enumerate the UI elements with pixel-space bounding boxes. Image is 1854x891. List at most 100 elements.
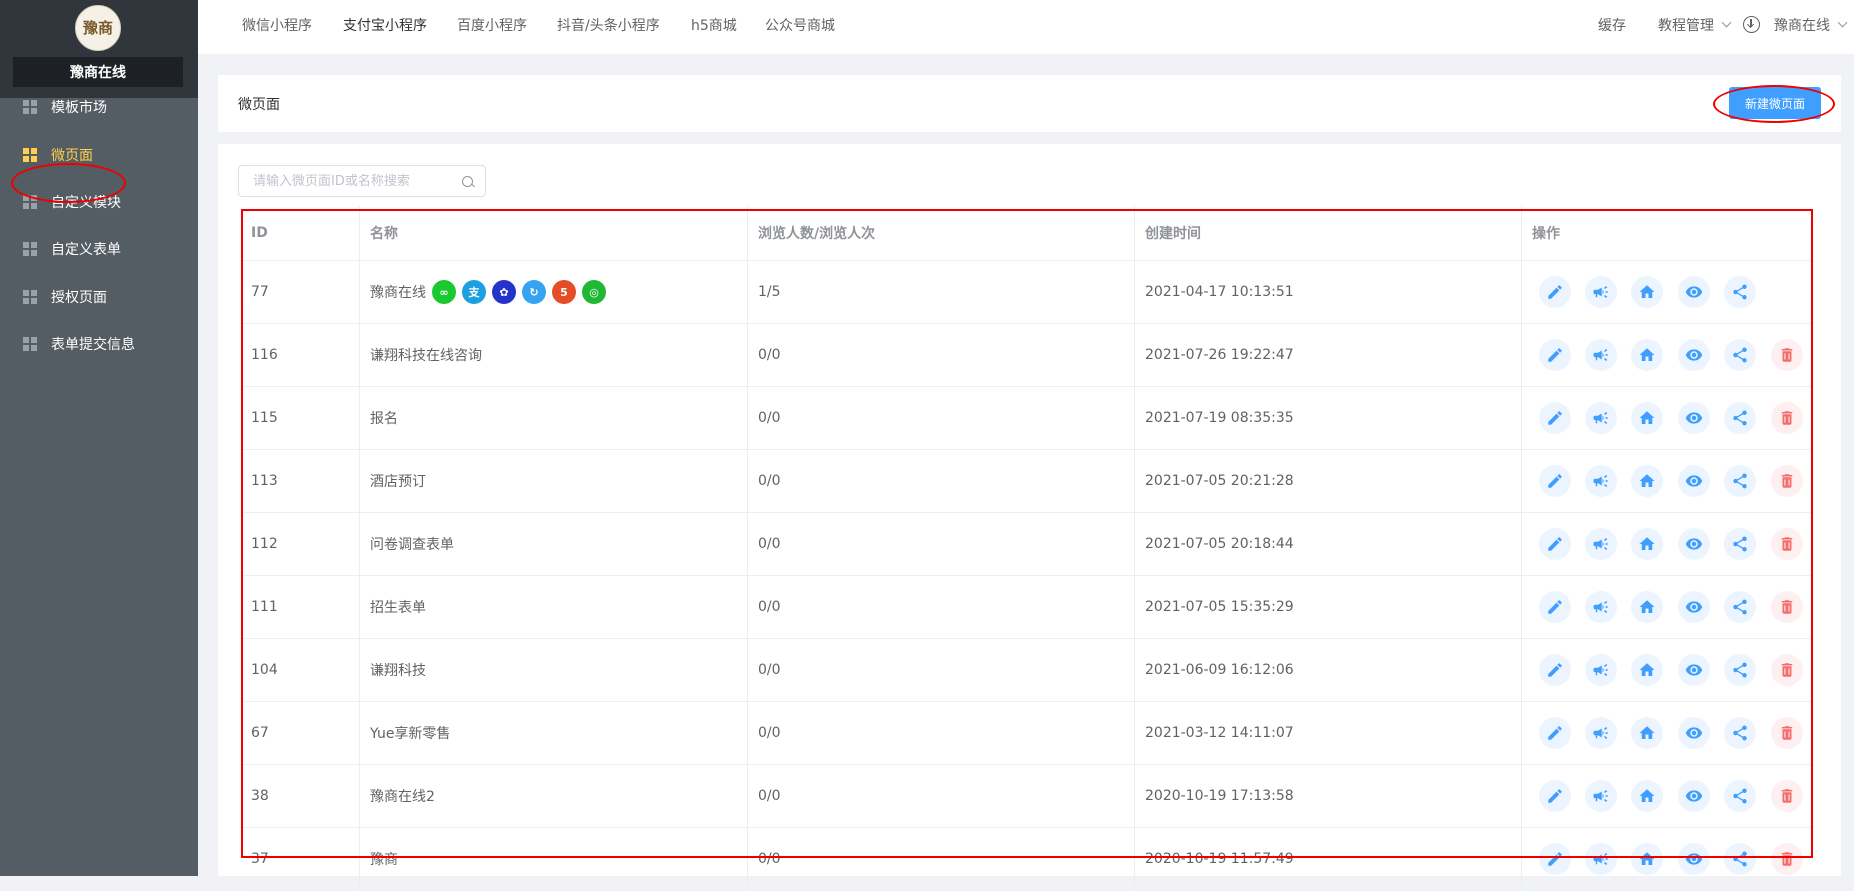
tutorial-menu[interactable]: 教程管理 (1658, 0, 1732, 50)
delete-icon[interactable] (1771, 843, 1803, 875)
promote-icon[interactable] (1585, 717, 1617, 749)
edit-icon[interactable] (1539, 780, 1571, 812)
delete-icon[interactable] (1771, 465, 1803, 497)
home-icon[interactable] (1631, 843, 1663, 875)
sidebar-item-label: 模板市场 (51, 100, 107, 116)
preview-icon[interactable] (1678, 717, 1710, 749)
sidebar-item-label: 表单提交信息 (51, 337, 135, 353)
preview-icon[interactable] (1678, 276, 1710, 308)
delete-icon[interactable] (1771, 528, 1803, 560)
home-icon[interactable] (1631, 402, 1663, 434)
share-icon[interactable] (1724, 591, 1756, 623)
toutiao-icon: ↻ (522, 280, 546, 304)
preview-icon[interactable] (1678, 843, 1710, 875)
home-icon[interactable] (1631, 654, 1663, 686)
sidebar-item[interactable]: 模板市场 (0, 87, 198, 127)
top-tab[interactable]: 抖音/头条小程序 (557, 0, 660, 50)
h5-icon: 5 (552, 280, 576, 304)
row-views: 0/0 (748, 576, 1135, 638)
preview-icon[interactable] (1678, 402, 1710, 434)
top-tab[interactable]: 支付宝小程序 (343, 0, 427, 50)
row-id: 38 (241, 765, 360, 827)
cache-button[interactable]: 缓存 (1598, 0, 1626, 50)
delete-icon[interactable] (1771, 591, 1803, 623)
preview-icon[interactable] (1678, 654, 1710, 686)
row-name: 问卷调查表单 (370, 537, 454, 553)
row-actions (1522, 702, 1811, 764)
edit-icon[interactable] (1539, 591, 1571, 623)
brand-logo-text: 豫商 (82, 18, 113, 37)
grid-icon (23, 100, 37, 114)
page-title: 微页面 (238, 96, 280, 113)
edit-icon[interactable] (1539, 465, 1571, 497)
delete-icon[interactable] (1771, 339, 1803, 371)
promote-icon[interactable] (1585, 465, 1617, 497)
edit-icon[interactable] (1539, 402, 1571, 434)
row-name: 报名 (370, 411, 398, 427)
preview-icon[interactable] (1678, 591, 1710, 623)
sidebar-item-label: 授权页面 (51, 290, 107, 306)
column-header-name: 名称 (360, 206, 748, 260)
promote-icon[interactable] (1585, 276, 1617, 308)
row-created: 2020-10-19 11:57:49 (1135, 828, 1522, 890)
promote-icon[interactable] (1585, 780, 1617, 812)
home-icon[interactable] (1631, 339, 1663, 371)
edit-icon[interactable] (1539, 528, 1571, 560)
row-views: 0/0 (748, 765, 1135, 827)
edit-icon[interactable] (1539, 339, 1571, 371)
top-tab[interactable]: 公众号商城 (765, 0, 835, 50)
promote-icon[interactable] (1585, 339, 1617, 371)
preview-icon[interactable] (1678, 528, 1710, 560)
edit-icon[interactable] (1539, 717, 1571, 749)
promote-icon[interactable] (1585, 843, 1617, 875)
share-icon[interactable] (1724, 339, 1756, 371)
preview-icon[interactable] (1678, 780, 1710, 812)
share-icon[interactable] (1724, 528, 1756, 560)
share-icon[interactable] (1724, 717, 1756, 749)
download-icon[interactable] (1743, 16, 1760, 33)
sidebar-item[interactable]: 自定义表单 (0, 229, 198, 269)
delete-icon[interactable] (1771, 402, 1803, 434)
promote-icon[interactable] (1585, 528, 1617, 560)
share-icon[interactable] (1724, 843, 1756, 875)
edit-icon[interactable] (1539, 276, 1571, 308)
share-icon[interactable] (1724, 402, 1756, 434)
delete-icon[interactable] (1771, 717, 1803, 749)
sidebar-item[interactable]: 授权页面 (0, 277, 198, 317)
sidebar-item[interactable]: 表单提交信息 (0, 324, 198, 364)
share-icon[interactable] (1724, 276, 1756, 308)
search-box[interactable] (238, 165, 486, 197)
home-icon[interactable] (1631, 528, 1663, 560)
search-icon[interactable] (462, 176, 473, 187)
home-icon[interactable] (1631, 591, 1663, 623)
preview-icon[interactable] (1678, 465, 1710, 497)
share-icon[interactable] (1724, 465, 1756, 497)
promote-icon[interactable] (1585, 591, 1617, 623)
row-id: 37 (241, 828, 360, 890)
top-tab[interactable]: 百度小程序 (457, 0, 527, 50)
share-icon[interactable] (1724, 780, 1756, 812)
top-tab[interactable]: h5商城 (691, 0, 737, 50)
row-actions (1522, 324, 1811, 386)
home-icon[interactable] (1631, 780, 1663, 812)
delete-icon[interactable] (1771, 654, 1803, 686)
table-row: 112 问卷调查表单 0/0 2021-07-05 20:18:44 (241, 513, 1811, 576)
row-actions (1522, 450, 1811, 512)
share-icon[interactable] (1724, 654, 1756, 686)
preview-icon[interactable] (1678, 339, 1710, 371)
highlight-circle-button (1713, 85, 1835, 123)
edit-icon[interactable] (1539, 843, 1571, 875)
promote-icon[interactable] (1585, 402, 1617, 434)
home-icon[interactable] (1631, 465, 1663, 497)
user-menu[interactable]: 豫商在线 (1774, 0, 1848, 50)
promote-icon[interactable] (1585, 654, 1617, 686)
table-row: 116 谦翔科技在线咨询 0/0 2021-07-26 19:22:47 (241, 324, 1811, 387)
top-tab[interactable]: 微信小程序 (242, 0, 312, 50)
edit-icon[interactable] (1539, 654, 1571, 686)
home-icon[interactable] (1631, 276, 1663, 308)
row-id: 67 (241, 702, 360, 764)
home-icon[interactable] (1631, 717, 1663, 749)
column-header-id: ID (241, 206, 360, 260)
search-input[interactable] (253, 166, 453, 196)
delete-icon[interactable] (1771, 780, 1803, 812)
